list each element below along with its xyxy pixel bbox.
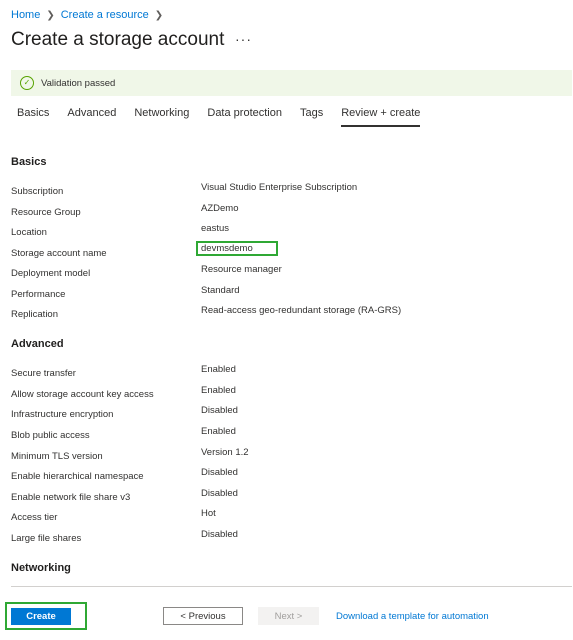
minimum-tls-label: Minimum TLS version (11, 451, 103, 462)
storage-account-name-highlight (196, 241, 278, 256)
create-button[interactable]: Create (11, 608, 71, 625)
secure-transfer-label: Secure transfer (11, 368, 76, 379)
blob-public-access-label: Blob public access (11, 430, 90, 441)
large-file-shares-value: Disabled (201, 529, 238, 540)
chevron-right-icon: ❯ (46, 9, 55, 21)
nfs-v3-label: Enable network file share v3 (11, 492, 131, 503)
footer-divider (11, 586, 572, 587)
next-button[interactable]: Next > (258, 607, 319, 625)
large-file-shares-label: Large file shares (11, 533, 82, 544)
breadcrumb-create-resource-link[interactable]: Create a resource (61, 9, 149, 21)
tab-networking[interactable]: Networking (134, 107, 189, 127)
hierarchical-namespace-label: Enable hierarchical namespace (11, 471, 144, 482)
secure-transfer-value: Enabled (201, 364, 236, 375)
allow-key-access-value: Enabled (201, 385, 236, 396)
access-tier-value: Hot (201, 508, 216, 519)
tab-bar: Basics Advanced Networking Data protecti… (17, 107, 438, 127)
download-template-link[interactable]: Download a template for automation (336, 611, 489, 622)
chevron-right-icon: ❯ (154, 9, 164, 21)
infrastructure-encryption-label: Infrastructure encryption (11, 409, 114, 420)
replication-value: Read-access geo-redundant storage (RA-GR… (201, 305, 402, 316)
page-title: Create a storage account (11, 29, 225, 50)
checkmark-circle-icon: ✓ (20, 76, 34, 90)
tab-basics[interactable]: Basics (17, 107, 49, 127)
basics-section-title: Basics (11, 156, 47, 168)
allow-key-access-label: Allow storage account key access (11, 389, 154, 400)
tab-review-create[interactable]: Review + create (341, 107, 421, 127)
performance-value: Standard (201, 285, 240, 296)
subscription-value: Visual Studio Enterprise Subscription (201, 182, 358, 193)
location-value: eastus (201, 223, 229, 234)
storage-account-name-label: Storage account name (11, 248, 107, 259)
subscription-label: Subscription (11, 186, 64, 197)
tab-advanced[interactable]: Advanced (67, 107, 116, 127)
tab-data-protection[interactable]: Data protection (207, 107, 282, 127)
tab-tags[interactable]: Tags (300, 107, 323, 127)
resource-group-value: AZDemo (201, 203, 239, 214)
breadcrumb-home-link[interactable]: Home (11, 9, 40, 21)
replication-label: Replication (11, 309, 58, 320)
hierarchical-namespace-value: Disabled (201, 467, 238, 478)
resource-group-label: Resource Group (11, 207, 81, 218)
validation-message: Validation passed (41, 77, 116, 89)
nfs-v3-value: Disabled (201, 488, 238, 499)
blob-public-access-value: Enabled (201, 426, 236, 437)
minimum-tls-value: Version 1.2 (201, 447, 249, 458)
deployment-model-label: Deployment model (11, 268, 91, 279)
validation-banner: ✓ Validation passed (11, 70, 572, 96)
more-options-button[interactable]: ··· (235, 31, 252, 47)
networking-section-title: Networking (11, 562, 71, 574)
breadcrumb: Home ❯ Create a resource ❯ (11, 9, 169, 21)
infrastructure-encryption-value: Disabled (201, 405, 238, 416)
performance-label: Performance (11, 289, 66, 300)
location-label: Location (11, 227, 47, 238)
previous-button[interactable]: < Previous (163, 607, 243, 625)
access-tier-label: Access tier (11, 512, 58, 523)
advanced-section-title: Advanced (11, 338, 64, 350)
deployment-model-value: Resource manager (201, 264, 282, 275)
